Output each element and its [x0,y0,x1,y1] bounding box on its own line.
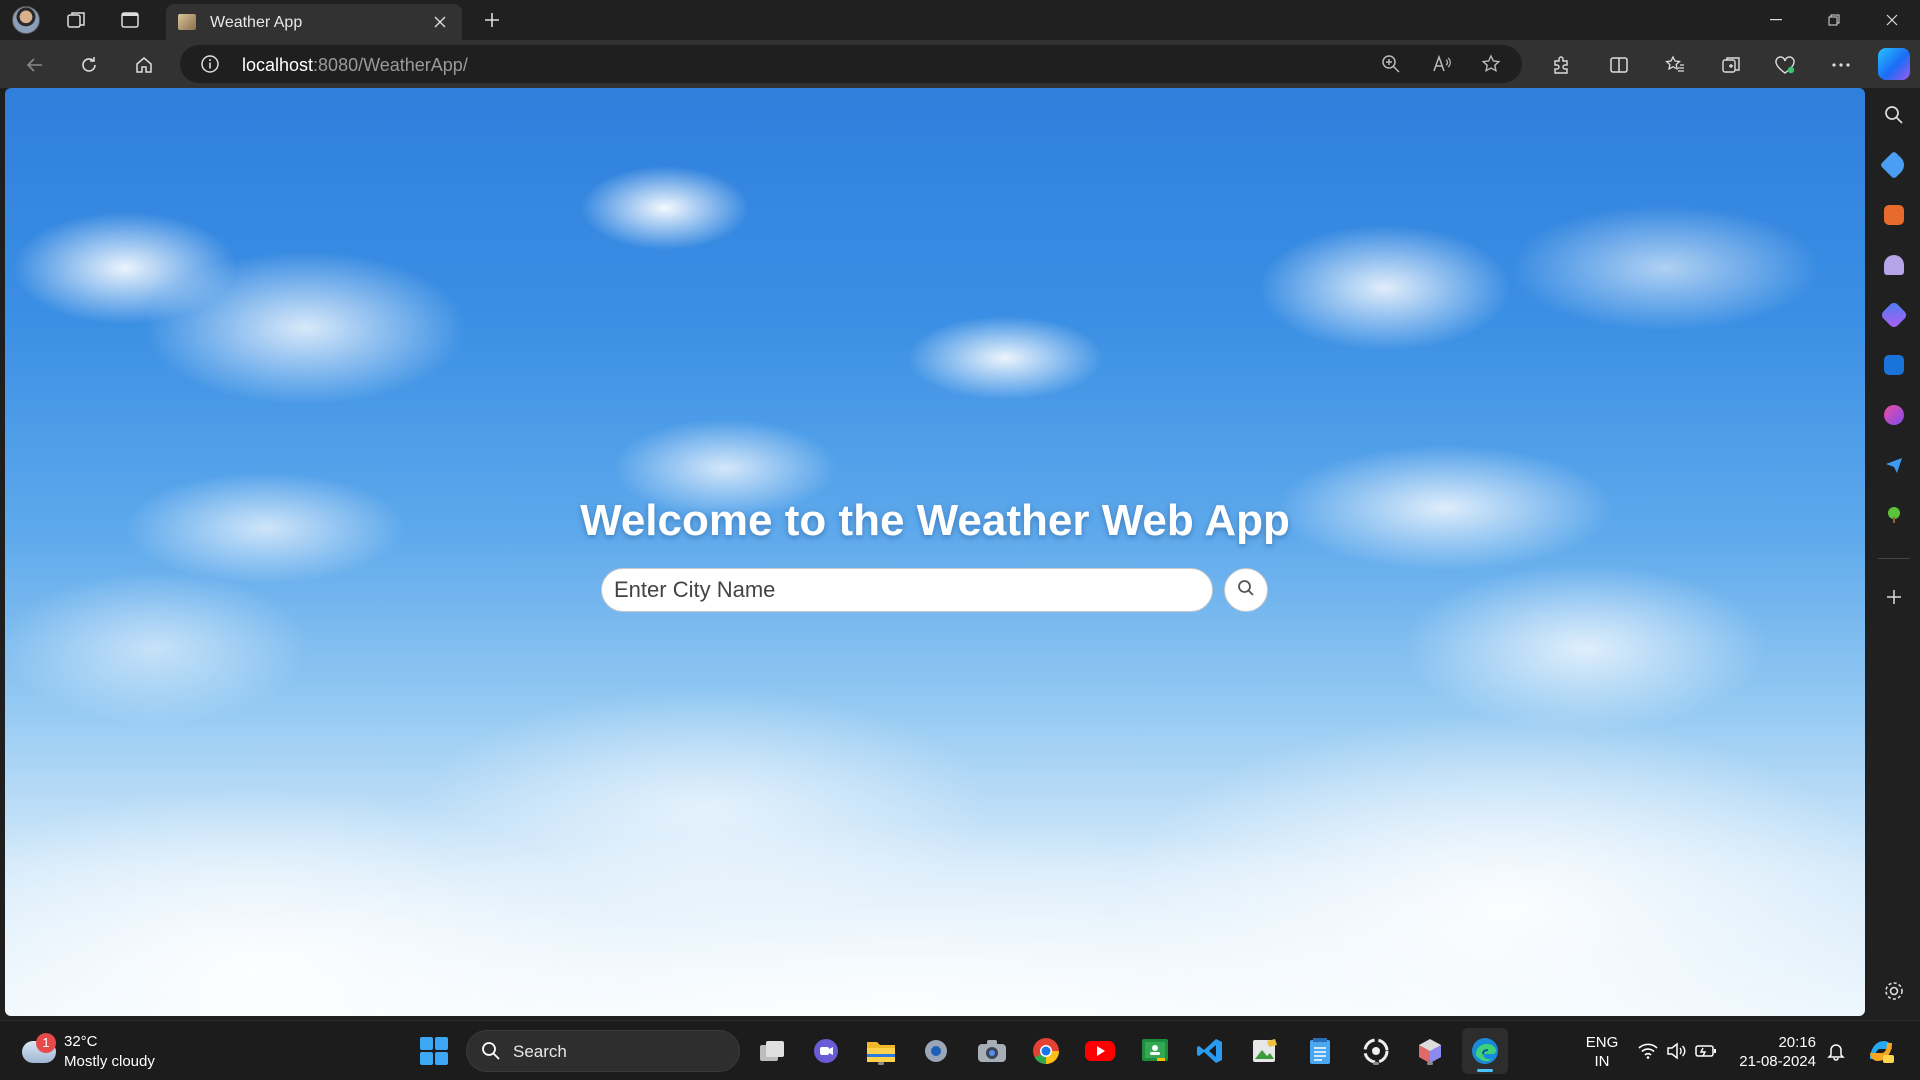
favorite-star-icon[interactable] [1480,53,1502,75]
vertical-tabs-icon[interactable] [116,6,144,34]
clock-date: 21-08-2024 [1739,1053,1816,1070]
sidebar-settings-icon[interactable] [1881,978,1907,1004]
split-screen-icon[interactable] [1604,50,1634,80]
classroom-icon[interactable] [1139,1035,1171,1067]
vscode-icon[interactable] [1194,1035,1226,1067]
system-clock[interactable]: 20:16 21-08-2024 [1736,1033,1816,1071]
clock-time: 20:16 [1778,1034,1816,1051]
notifications-icon[interactable] [1824,1039,1848,1063]
close-window-icon[interactable] [1864,0,1920,40]
camera-icon[interactable] [976,1035,1008,1067]
favorites-icon[interactable] [1660,50,1690,80]
games-icon[interactable] [1881,252,1907,278]
photos-icon[interactable] [1249,1035,1281,1067]
new-tab-icon[interactable] [478,6,506,34]
workspaces-icon[interactable] [62,6,90,34]
weather-widget[interactable]: 1 32°C Mostly cloudy [18,1029,168,1073]
windows-taskbar: 1 32°C Mostly cloudy Search ENG IN 20:16… [0,1020,1920,1080]
tab-title: Weather App [210,14,303,31]
url-path: :8080/WeatherApp/ [313,55,468,75]
reload-icon[interactable] [74,50,104,80]
profile-avatar[interactable] [12,6,40,34]
chat-icon[interactable] [810,1035,842,1067]
weather-temperature: 32°C [64,1033,98,1050]
volume-icon[interactable] [1664,1039,1688,1063]
tab-weather-app[interactable]: Weather App [166,4,462,40]
page-viewport: Welcome to the Weather Web App [5,88,1865,1016]
extensions-icon[interactable] [1546,50,1576,80]
edge-icon[interactable] [1462,1028,1508,1074]
task-view-icon[interactable] [756,1035,788,1067]
tab-close-icon[interactable] [428,10,452,34]
site-info-icon[interactable] [200,54,220,79]
linux-icon[interactable] [1360,1035,1392,1067]
more-icon[interactable] [1826,50,1856,80]
back-icon[interactable] [20,50,50,80]
page-title: Welcome to the Weather Web App [580,496,1290,545]
minimize-icon[interactable] [1748,0,1804,40]
notification-badge: 1 [36,1033,56,1053]
language-code: ENG [1585,1034,1619,1051]
chrome-icon[interactable] [1030,1035,1062,1067]
taskbar-copilot-icon[interactable] [1866,1036,1896,1066]
drop-icon[interactable] [1881,452,1907,478]
tools-icon[interactable] [1881,202,1907,228]
edge-sidebar [1868,88,1920,1016]
battery-icon[interactable] [1694,1039,1718,1063]
settings-icon[interactable] [920,1035,952,1067]
city-search-input[interactable] [601,568,1213,612]
sidebar-search-icon[interactable] [1881,102,1907,128]
microsoft365-icon[interactable] [1879,300,1909,330]
url-host: localhost [242,55,314,75]
url-text[interactable]: localhost:8080/WeatherApp/ [242,55,468,76]
notepad-icon[interactable] [1304,1035,1336,1067]
search-icon [1237,579,1255,602]
language-indicator[interactable]: ENG IN [1584,1033,1620,1071]
taskbar-search[interactable]: Search [466,1030,740,1072]
designer-icon[interactable] [1881,402,1907,428]
file-explorer-icon[interactable] [865,1035,897,1067]
package-icon[interactable] [1414,1035,1446,1067]
restore-icon[interactable] [1806,0,1862,40]
home-icon[interactable] [129,50,159,80]
search-button[interactable] [1224,568,1268,612]
wifi-icon[interactable] [1636,1039,1660,1063]
browser-toolbar: localhost:8080/WeatherApp/ [0,40,1920,88]
region-code: IN [1594,1053,1610,1070]
copilot-icon[interactable] [1878,48,1910,80]
outlook-icon[interactable] [1881,352,1907,378]
shopping-icon[interactable] [1879,150,1909,180]
start-icon[interactable] [420,1037,448,1065]
collections-icon[interactable] [1716,50,1746,80]
weather-condition: Mostly cloudy [64,1053,155,1070]
youtube-icon[interactable] [1084,1035,1116,1067]
zoom-icon[interactable] [1380,53,1402,75]
search-icon [481,1041,501,1066]
tab-favicon [178,14,196,30]
browser-titlebar: Weather App [0,0,1920,40]
search-label: Search [513,1042,567,1061]
browser-essentials-icon[interactable] [1770,50,1800,80]
sidebar-divider [1878,558,1910,559]
add-icon[interactable] [1881,584,1907,610]
tree-icon[interactable] [1881,502,1907,528]
address-bar[interactable]: localhost:8080/WeatherApp/ [180,45,1522,83]
read-aloud-icon[interactable] [1431,53,1453,75]
